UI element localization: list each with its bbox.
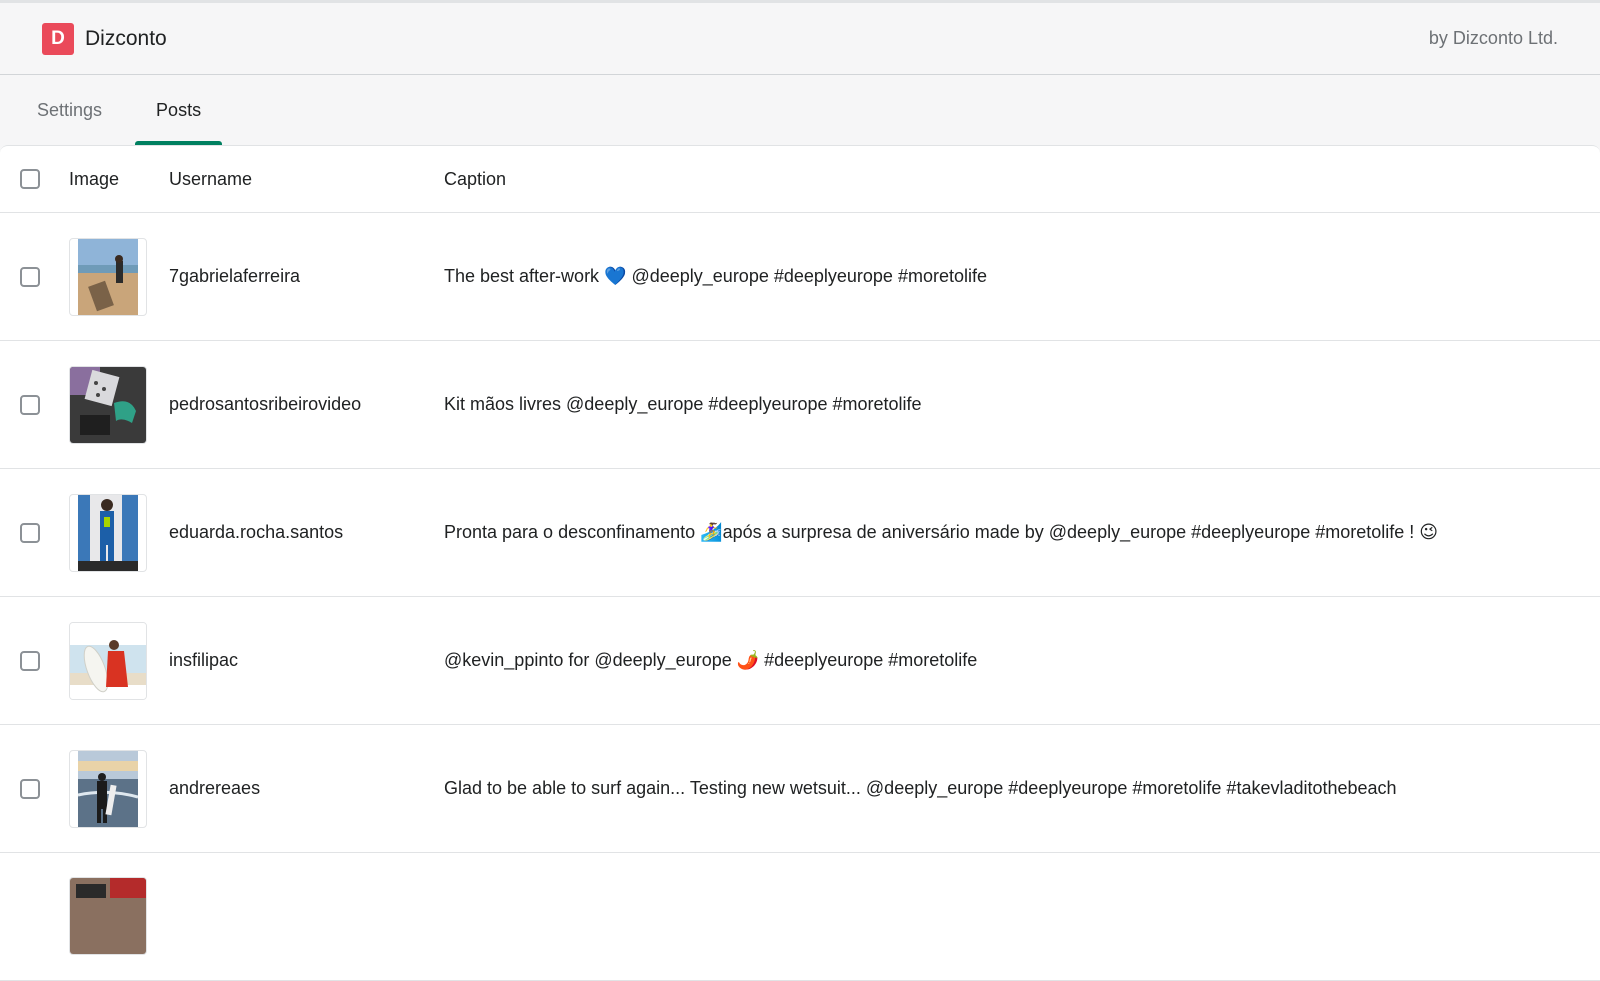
select-all-checkbox[interactable] — [20, 169, 40, 189]
post-thumbnail[interactable] — [69, 237, 147, 316]
caption: Pronta para o desconfinamento 🏄‍♀️após a… — [444, 522, 1439, 542]
post-thumbnail[interactable] — [69, 877, 147, 955]
post-thumbnail[interactable] — [69, 749, 147, 828]
username: pedrosantosribeirovideo — [169, 394, 362, 414]
caption: Glad to be able to surf again... Testing… — [444, 778, 1397, 798]
table-row[interactable]: insfilipac @kevin_ppinto for @deeply_eur… — [0, 597, 1600, 725]
caption: @kevin_ppinto for @deeply_europe 🌶️ #dee… — [444, 650, 978, 670]
row-checkbox[interactable] — [20, 394, 40, 415]
post-thumbnail[interactable] — [69, 493, 147, 572]
post-thumbnail[interactable] — [69, 621, 147, 700]
wetsuit-photo-image — [78, 494, 138, 571]
table-row[interactable]: eduarda.rocha.santos Pronta para o desco… — [0, 469, 1600, 597]
company-name: by Dizconto Ltd. — [1428, 28, 1558, 48]
table-row[interactable] — [0, 853, 1600, 981]
row-checkbox[interactable] — [20, 522, 40, 543]
username: insfilipac — [169, 650, 239, 670]
username: andrereaes — [169, 778, 261, 798]
table-row[interactable]: 7gabrielaferreira The best after-work 💙 … — [0, 213, 1600, 341]
post-thumbnail[interactable] — [69, 365, 147, 444]
posts-table: Image Username Caption 7gabrielaferreira… — [0, 145, 1600, 981]
app-logo-icon: D — [42, 22, 74, 55]
tab-settings[interactable]: Settings — [18, 75, 121, 145]
table-row[interactable]: andrereaes Glad to be able to surf again… — [0, 725, 1600, 853]
app-name: Dizconto — [85, 26, 167, 50]
surfer-photo-image — [78, 750, 138, 827]
column-header-username: Username — [169, 168, 253, 189]
tab-posts[interactable]: Posts — [135, 75, 223, 145]
post-photo-image — [70, 878, 146, 954]
row-checkbox[interactable] — [20, 778, 40, 799]
beach-photo-image — [78, 238, 138, 315]
surfboard-photo-image — [70, 622, 146, 699]
gear-photo-image — [70, 366, 146, 443]
row-checkbox[interactable] — [20, 650, 40, 671]
column-header-caption: Caption — [444, 168, 507, 189]
tab-bar: Settings Posts — [0, 75, 1600, 145]
app-header: D Dizconto by Dizconto Ltd. — [0, 0, 1600, 75]
table-header-row: Image Username Caption — [0, 146, 1600, 213]
table-row[interactable]: pedrosantosribeirovideo Kit mãos livres … — [0, 341, 1600, 469]
caption: The best after-work 💙 @deeply_europe #de… — [444, 266, 987, 286]
username: 7gabrielaferreira — [169, 266, 301, 286]
row-checkbox[interactable] — [20, 266, 40, 287]
username: eduarda.rocha.santos — [169, 522, 344, 542]
brand: D Dizconto — [42, 22, 167, 55]
column-header-image: Image — [69, 168, 120, 189]
caption: Kit mãos livres @deeply_europe #deeplyeu… — [444, 394, 922, 414]
